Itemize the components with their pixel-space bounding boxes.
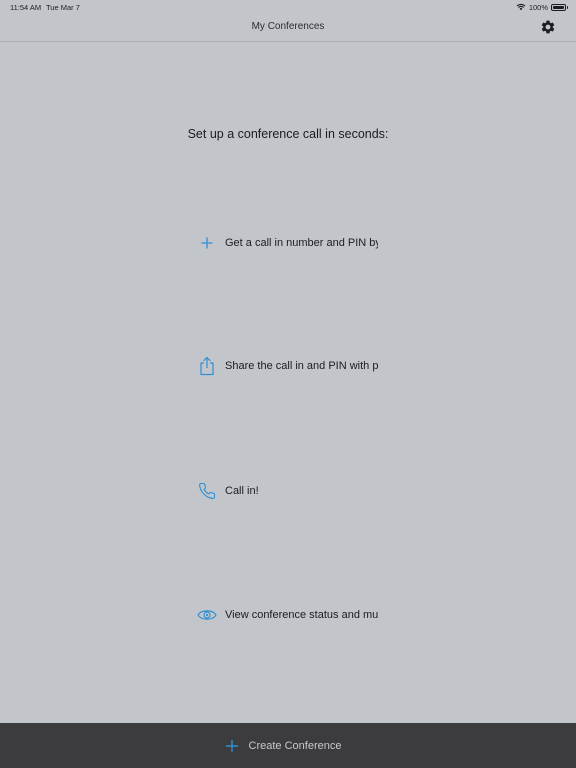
step-call-in: Call in!	[196, 480, 380, 502]
create-conference-button[interactable]: Create Conference	[0, 723, 576, 768]
step-view-status: View conference status and mu	[196, 604, 380, 626]
step-text: Get a call in number and PIN by	[225, 237, 378, 249]
step-share: Share the call in and PIN with pa	[196, 355, 380, 377]
step-text: Share the call in and PIN with pa	[225, 360, 378, 372]
plus-icon	[225, 739, 238, 752]
gear-icon	[541, 20, 555, 34]
create-conference-label: Create Conference	[248, 739, 342, 752]
status-indicators: 100%	[516, 1, 568, 13]
page-title: My Conferences	[251, 21, 325, 32]
battery-level	[553, 5, 564, 9]
intro-text: Set up a conference call in seconds:	[187, 127, 389, 141]
create-conference-content: Create Conference	[225, 739, 342, 753]
plus-icon	[196, 232, 218, 254]
share-icon	[196, 355, 218, 377]
step-text: Call in!	[225, 485, 259, 497]
navigation-bar: My Conferences	[0, 14, 576, 42]
settings-button[interactable]	[540, 19, 556, 35]
battery-icon	[551, 3, 568, 11]
phone-icon	[196, 480, 218, 502]
status-time: 11:54 AM	[10, 3, 42, 12]
step-text: View conference status and mu	[225, 609, 378, 621]
status-bar: 11:54 AM Tue Mar 7 100%	[0, 0, 576, 14]
step-get-number: Get a call in number and PIN by	[196, 232, 380, 254]
battery-percent: 100%	[528, 2, 548, 12]
eye-icon	[196, 604, 218, 626]
status-date: Tue Mar 7	[46, 3, 80, 12]
wifi-icon	[516, 3, 526, 11]
